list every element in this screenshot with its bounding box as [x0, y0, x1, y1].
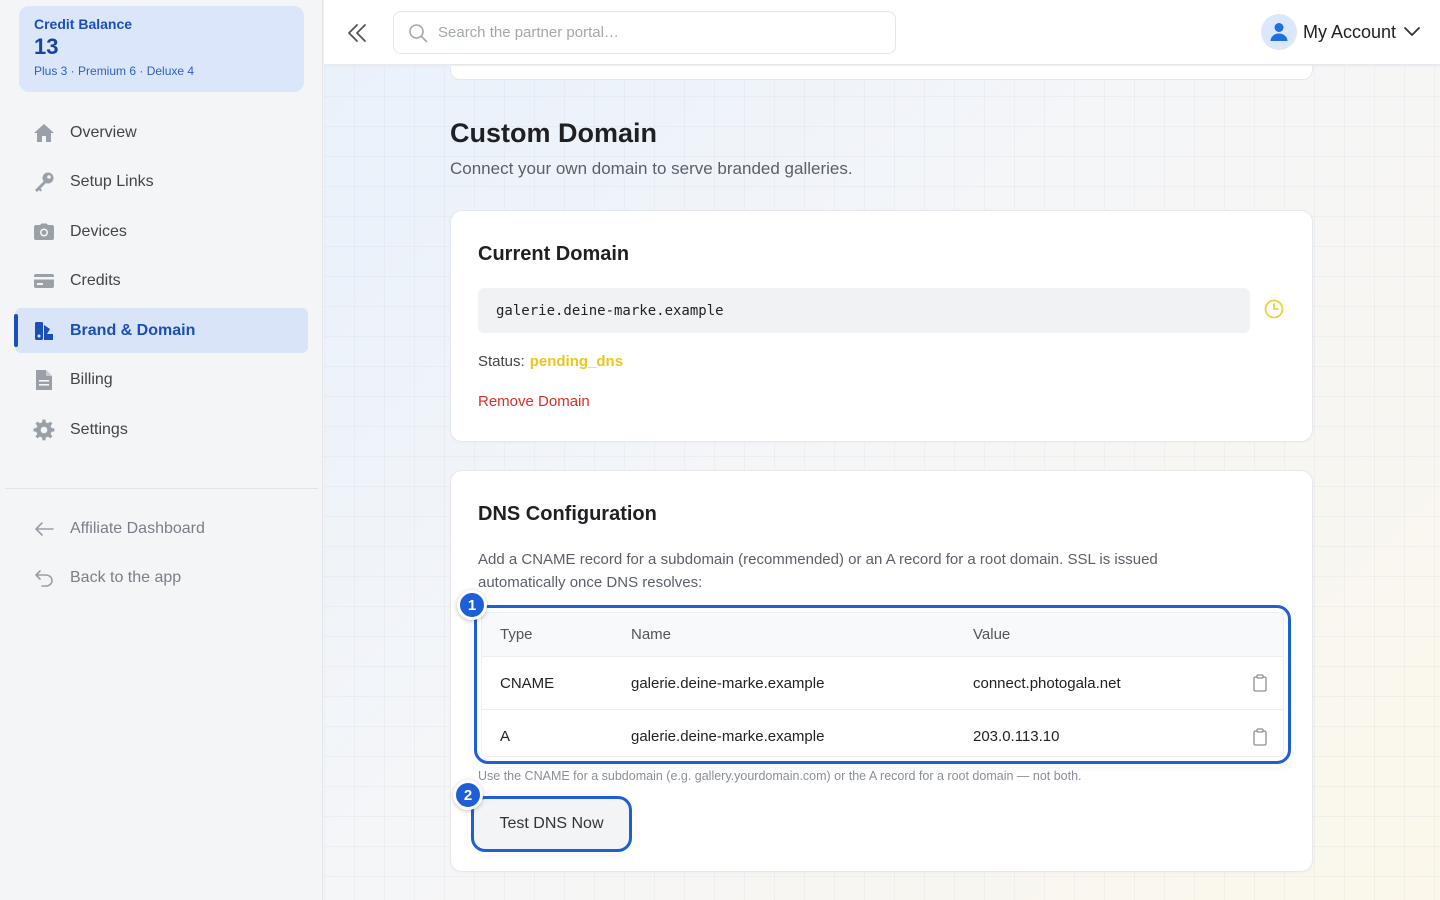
top-bar: My Account — [324, 0, 1440, 65]
table-row: A galerie.deine-marke.example 203.0.113.… — [482, 710, 1283, 756]
gear-icon — [33, 418, 55, 441]
sidebar-item-label: Devices — [70, 222, 127, 240]
dns-records-table: Type Name Value CNAME galerie.deine-mark… — [481, 612, 1284, 757]
record-name: galerie.deine-marke.example — [631, 674, 825, 692]
page-subtitle: Connect your own domain to serve branded… — [450, 159, 853, 178]
avatar — [1260, 14, 1297, 50]
dns-configuration-card: DNS Configuration Add a CNAME record for… — [450, 470, 1313, 872]
camera-icon — [33, 221, 55, 243]
test-dns-button[interactable]: Test DNS Now — [471, 796, 632, 852]
record-type: A — [500, 728, 511, 745]
document-icon — [33, 369, 55, 391]
annotation-badge-2: 2 — [453, 780, 483, 810]
copy-icon[interactable] — [1252, 727, 1268, 746]
dns-records-highlight: Type Name Value CNAME galerie.deine-mark… — [474, 605, 1291, 764]
column-header-name: Name — [631, 626, 672, 643]
return-icon — [33, 567, 55, 589]
double-chevron-left-icon — [348, 24, 366, 42]
user-icon — [1270, 23, 1288, 41]
record-value: connect.photogala.net — [973, 674, 1121, 692]
account-menu[interactable]: My Account — [1260, 14, 1420, 50]
table-row: CNAME galerie.deine-marke.example connec… — [482, 657, 1283, 710]
sidebar-item-label: Brand & Domain — [70, 321, 196, 339]
sidebar-item-billing[interactable]: Billing — [15, 358, 308, 403]
credit-breakdown: Plus 3 · Premium 6 · Deluxe 4 — [34, 64, 195, 78]
home-icon — [33, 122, 55, 144]
dns-configuration-title: DNS Configuration — [478, 503, 657, 525]
search-box[interactable] — [393, 11, 896, 54]
sidebar-item-setup-links[interactable]: Setup Links — [15, 160, 308, 205]
current-domain-card: Current Domain galerie.deine-marke.examp… — [450, 210, 1313, 442]
sidebar: Credit Balance 13 Plus 3 · Premium 6 · D… — [0, 0, 323, 900]
column-header-value: Value — [973, 626, 1011, 643]
credit-balance-value: 13 — [34, 34, 59, 59]
sidebar-item-label: Credits — [70, 272, 121, 289]
current-domain-value: galerie.deine-marke.example — [478, 288, 1250, 333]
page-title: Custom Domain — [450, 118, 658, 148]
sidebar-item-overview[interactable]: Overview — [15, 110, 308, 155]
current-domain-title: Current Domain — [478, 243, 630, 265]
chevron-down-icon — [1404, 27, 1420, 36]
clock-icon — [1264, 299, 1284, 319]
table-header-row: Type Name Value — [482, 613, 1283, 657]
account-label: My Account — [1302, 21, 1396, 42]
annotation-badge-1: 1 — [457, 590, 487, 620]
credit-card-icon — [33, 270, 55, 292]
sidebar-item-settings[interactable]: Settings — [15, 407, 308, 452]
status-badge: pending_dns — [529, 353, 624, 370]
record-value: 203.0.113.10 — [973, 728, 1060, 745]
collapse-sidebar-button[interactable] — [344, 18, 370, 48]
record-name: galerie.deine-marke.example — [631, 728, 825, 745]
key-icon — [33, 171, 55, 193]
sidebar-item-label: Settings — [70, 420, 128, 438]
sidebar-item-brand-domain[interactable]: Brand & Domain — [14, 308, 308, 353]
sidebar-item-label: Setup Links — [70, 173, 154, 190]
domain-status: Status: pending_dns — [478, 353, 623, 370]
dns-description: Add a CNAME record for a subdomain (reco… — [478, 551, 1158, 591]
search-input[interactable] — [438, 24, 858, 41]
sidebar-item-credits[interactable]: Credits — [15, 259, 308, 304]
copy-icon[interactable] — [1252, 674, 1268, 692]
credit-balance-title: Credit Balance — [34, 16, 133, 32]
sidebar-item-affiliate-dashboard[interactable]: Affiliate Dashboard — [15, 506, 308, 551]
remove-domain-link[interactable]: Remove Domain — [478, 393, 590, 410]
dns-note: Use the CNAME for a subdomain (e.g. gall… — [478, 769, 1082, 783]
sidebar-nav: Overview Setup Links Devices Credits Bra… — [0, 110, 323, 457]
arrow-left-icon — [33, 518, 55, 540]
column-header-type: Type — [500, 626, 533, 643]
search-icon — [409, 23, 428, 42]
previous-card-edge — [450, 66, 1313, 80]
sidebar-item-devices[interactable]: Devices — [15, 209, 308, 254]
main-content: Custom Domain Connect your own domain to… — [324, 66, 1440, 900]
sidebar-divider — [5, 488, 318, 489]
sidebar-item-label: Back to the app — [70, 569, 182, 586]
brand-icon — [33, 320, 55, 342]
credit-balance-card: Credit Balance 13 Plus 3 · Premium 6 · D… — [19, 6, 304, 92]
sidebar-item-label: Billing — [70, 371, 113, 388]
sidebar-secondary-nav: Affiliate Dashboard Back to the app — [0, 506, 323, 605]
record-type: CNAME — [500, 674, 555, 692]
status-label: Status: — [478, 353, 525, 370]
sidebar-item-back-to-app[interactable]: Back to the app — [15, 556, 308, 601]
sidebar-item-label: Overview — [70, 123, 137, 141]
sidebar-item-label: Affiliate Dashboard — [70, 519, 205, 537]
